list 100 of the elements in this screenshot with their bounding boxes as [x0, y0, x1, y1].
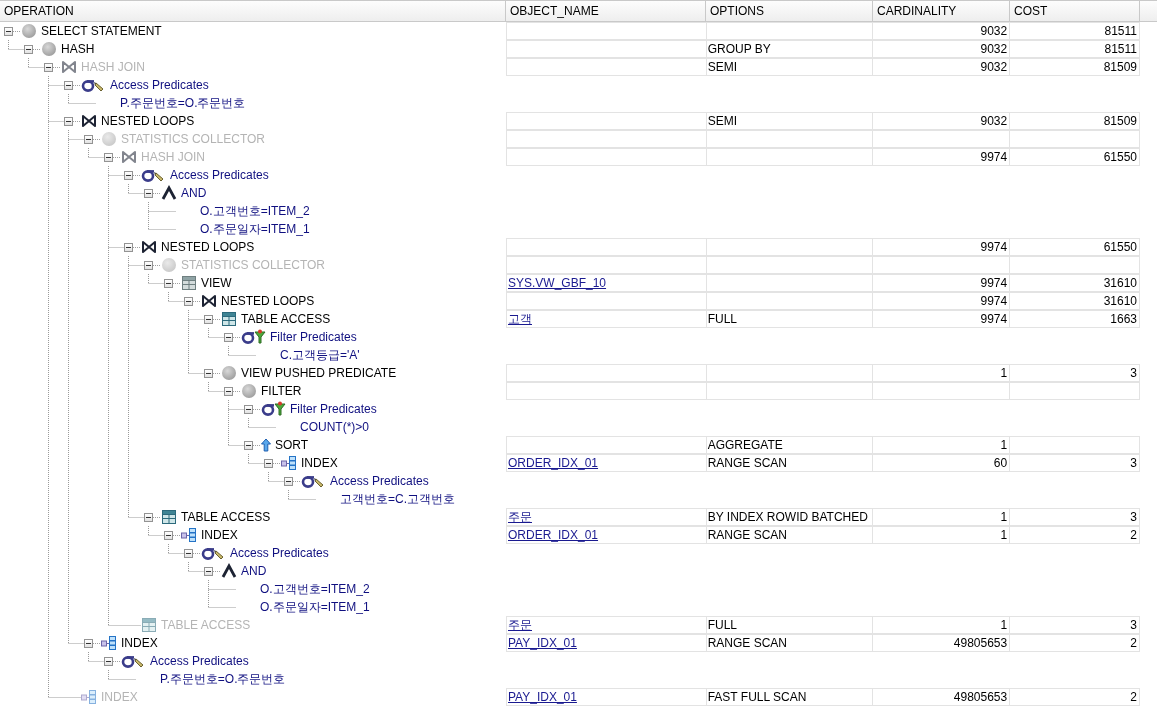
predicate-label: Access Predicates [230, 546, 329, 560]
table-cell: RANGE SCAN [705, 634, 874, 652]
table-cell: 81509 [1009, 112, 1140, 130]
circle-icon [241, 383, 257, 399]
operation-label: SORT [275, 438, 309, 452]
condition-text: O.고객번호=ITEM_2 [260, 580, 370, 598]
table-cell: FAST FULL SCAN [705, 688, 874, 706]
table-cell: 1 [872, 616, 1011, 634]
sigma-pencil-icon [81, 77, 106, 93]
predicate-label: Access Predicates [330, 474, 429, 488]
table-cell: 1 [872, 508, 1011, 526]
bowtie-icon [81, 113, 97, 129]
operation-label: NESTED LOOPS [101, 114, 195, 128]
circle-icon [221, 365, 237, 381]
operation-label: HASH JOIN [141, 150, 205, 164]
table-cell: RANGE SCAN [705, 454, 874, 472]
column-header[interactable]: OPTIONS [706, 0, 873, 22]
table-cell: 2 [1009, 634, 1140, 652]
collapse-toggle[interactable] [4, 26, 13, 36]
sigma-funnel-icon [241, 329, 266, 345]
table-cell: 9032 [872, 112, 1011, 130]
operation-label: INDEX [121, 636, 158, 650]
operation-label: FILTER [261, 384, 302, 398]
table-cell: 81509 [1009, 58, 1140, 76]
column-header[interactable]: OPERATION [0, 0, 506, 22]
table-cell: 1663 [1009, 310, 1140, 328]
index-icon [181, 527, 197, 543]
predicate-label: Filter Predicates [270, 330, 357, 344]
predicate-label: AND [181, 186, 207, 200]
operation-label: INDEX [301, 456, 338, 470]
predicate-label: Access Predicates [150, 654, 249, 668]
table-cell: 3 [1009, 364, 1140, 382]
condition-text: P.주문번호=O.주문번호 [120, 94, 246, 112]
sigma-pencil-icon [141, 167, 166, 183]
predicate-label: Access Predicates [170, 168, 269, 182]
table-cell: BY INDEX ROWID BATCHED [705, 508, 874, 526]
table-cell: 1 [872, 436, 1011, 454]
operation-label: TABLE ACCESS [181, 510, 271, 524]
condition-text: O.주문일자=ITEM_1 [200, 220, 310, 238]
table-cell: 31610 [1009, 292, 1140, 310]
bowtie-icon [121, 149, 137, 165]
circle-icon [21, 23, 37, 39]
table-cell: 3 [1009, 616, 1140, 634]
bowtie-icon [201, 293, 217, 309]
operation-label: VIEW PUSHED PREDICATE [241, 366, 397, 380]
table-cell: 2 [1009, 526, 1140, 544]
operation-label: HASH JOIN [81, 60, 145, 74]
table-cell: 3 [1009, 454, 1140, 472]
condition-text: COUNT(*)>0 [300, 420, 369, 434]
operation-label: NESTED LOOPS [221, 294, 315, 308]
column-header[interactable]: COST [1010, 0, 1140, 22]
table-cell: 9974 [872, 148, 1011, 166]
collapse-toggle[interactable] [24, 44, 33, 54]
table-cell: RANGE SCAN [705, 526, 874, 544]
operation-label: VIEW [201, 276, 232, 290]
index-icon [281, 455, 297, 471]
table-grid-icon [221, 311, 237, 327]
table-cell: 1 [872, 526, 1011, 544]
operation-label: INDEX [101, 690, 138, 704]
table-grid-icon [141, 617, 157, 633]
table-cell: 31610 [1009, 274, 1140, 292]
table-cell: AGGREGATE [705, 436, 874, 454]
column-header[interactable]: OBJECT_NAME [506, 0, 706, 22]
condition-text: C.고객등급='A' [280, 346, 360, 364]
table-cell: 61550 [1009, 148, 1140, 166]
sigma-pencil-icon [301, 473, 326, 489]
table-cell: 9974 [872, 310, 1011, 328]
wedge-icon [161, 185, 177, 201]
grid-icon [181, 275, 197, 291]
table-cell: FULL [705, 310, 874, 328]
predicate-label: AND [241, 564, 267, 578]
operation-label: TABLE ACCESS [241, 312, 331, 326]
table-cell: 3 [1009, 508, 1140, 526]
condition-text: P.주문번호=O.주문번호 [160, 670, 286, 688]
table-cell: 49805653 [872, 688, 1011, 706]
operation-label: STATISTICS COLLECTOR [121, 132, 266, 146]
table-cell: 9974 [872, 292, 1011, 310]
table-cell: 2 [1009, 688, 1140, 706]
operation-label: HASH [61, 42, 95, 56]
bowtie-icon [61, 59, 77, 75]
up-arrow-icon [261, 438, 271, 452]
sigma-funnel-icon [261, 401, 286, 417]
operation-label: INDEX [201, 528, 238, 542]
sigma-pencil-icon [121, 653, 146, 669]
condition-text: 고객번호=C.고객번호 [340, 490, 455, 508]
table-cell: 81511 [1009, 22, 1140, 40]
index-icon [81, 689, 97, 705]
column-header[interactable]: CARDINALITY [873, 0, 1010, 22]
index-icon [101, 635, 117, 651]
table-cell: 9974 [872, 274, 1011, 292]
table-cell: 61550 [1009, 238, 1140, 256]
table-cell: 9974 [872, 238, 1011, 256]
table-cell: SEMI [705, 112, 874, 130]
operation-label: STATISTICS COLLECTOR [181, 258, 326, 272]
table-cell: 9032 [872, 58, 1011, 76]
circle-icon [101, 131, 117, 147]
operation-label: TABLE ACCESS [161, 618, 251, 632]
table-cell: SEMI [705, 58, 874, 76]
table-cell: 49805653 [872, 634, 1011, 652]
condition-text: O.주문일자=ITEM_1 [260, 598, 370, 616]
